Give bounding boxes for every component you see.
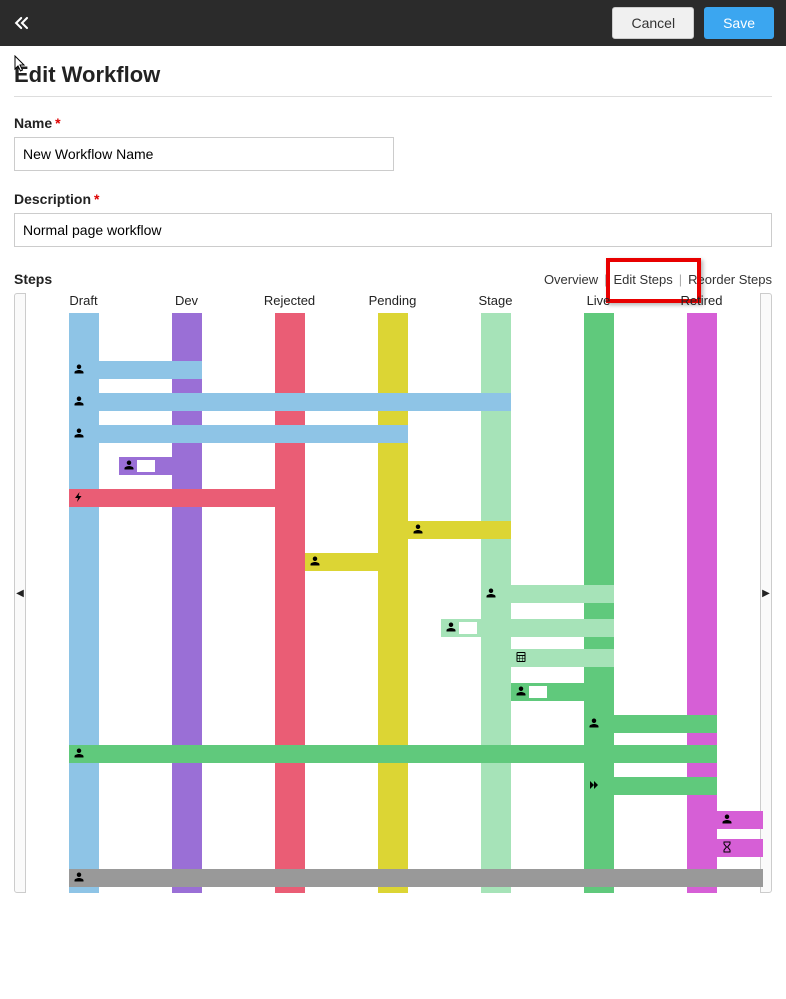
transition-bar[interactable] <box>408 521 511 539</box>
person-icon <box>73 395 85 410</box>
transition-bar[interactable] <box>69 489 305 507</box>
transition-bar[interactable] <box>69 745 717 763</box>
column-label: Rejected <box>238 293 341 311</box>
calc-icon <box>515 651 527 666</box>
description-field[interactable] <box>14 213 772 247</box>
column-label: Pending <box>341 293 444 311</box>
divider <box>14 96 772 97</box>
column-label: Retired <box>650 293 753 311</box>
person-icon <box>445 621 457 636</box>
transition-bar[interactable] <box>441 619 614 637</box>
person-icon <box>721 813 733 828</box>
transition-bar[interactable] <box>69 393 511 411</box>
name-label: Name* <box>14 115 772 131</box>
transition-bar[interactable] <box>511 683 614 701</box>
scroll-right-button[interactable]: ▶ <box>760 293 772 893</box>
transition-bar[interactable] <box>717 839 764 857</box>
person-icon <box>412 523 424 538</box>
transition-tag <box>529 686 547 698</box>
save-button[interactable]: Save <box>704 7 774 39</box>
column-label: Live <box>547 293 650 311</box>
bolt-icon <box>73 491 85 506</box>
steps-heading: Steps <box>14 271 52 287</box>
transition-bar[interactable] <box>584 715 717 733</box>
person-icon <box>73 427 85 442</box>
workflow-chart: ◀ DraftDevRejectedPendingStageLiveRetire… <box>14 293 772 893</box>
separator: | <box>604 272 607 287</box>
person-icon <box>73 363 85 378</box>
description-label: Description* <box>14 191 772 207</box>
transition-bar[interactable] <box>69 361 202 379</box>
back-button[interactable] <box>12 13 32 33</box>
column-label: Draft <box>32 293 135 311</box>
skip-icon <box>588 779 600 794</box>
cancel-button[interactable]: Cancel <box>612 7 694 39</box>
transition-bar[interactable] <box>584 777 717 795</box>
page-title: Edit Workflow <box>14 62 772 88</box>
column-label: Dev <box>135 293 238 311</box>
link-overview[interactable]: Overview <box>544 272 598 287</box>
transition-bar[interactable] <box>69 869 764 887</box>
transition-bar[interactable] <box>511 649 614 667</box>
person-icon <box>485 587 497 602</box>
transition-bar[interactable] <box>305 553 408 571</box>
name-field[interactable] <box>14 137 394 171</box>
hourglass-icon <box>721 841 733 856</box>
transition-bar[interactable] <box>69 425 408 443</box>
link-reorder-steps[interactable]: Reorder Steps <box>688 272 772 287</box>
scroll-left-button[interactable]: ◀ <box>14 293 26 893</box>
transition-bar[interactable] <box>119 457 202 475</box>
person-icon <box>588 717 600 732</box>
transition-tag <box>137 460 155 472</box>
transition-bar[interactable] <box>717 811 764 829</box>
person-icon <box>73 747 85 762</box>
person-icon <box>123 459 135 474</box>
link-edit-steps[interactable]: Edit Steps <box>614 272 673 287</box>
separator: | <box>679 272 682 287</box>
column-label: Stage <box>444 293 547 311</box>
person-icon <box>309 555 321 570</box>
transition-tag <box>459 622 477 634</box>
person-icon <box>515 685 527 700</box>
person-icon <box>73 871 85 886</box>
transition-bar[interactable] <box>481 585 614 603</box>
